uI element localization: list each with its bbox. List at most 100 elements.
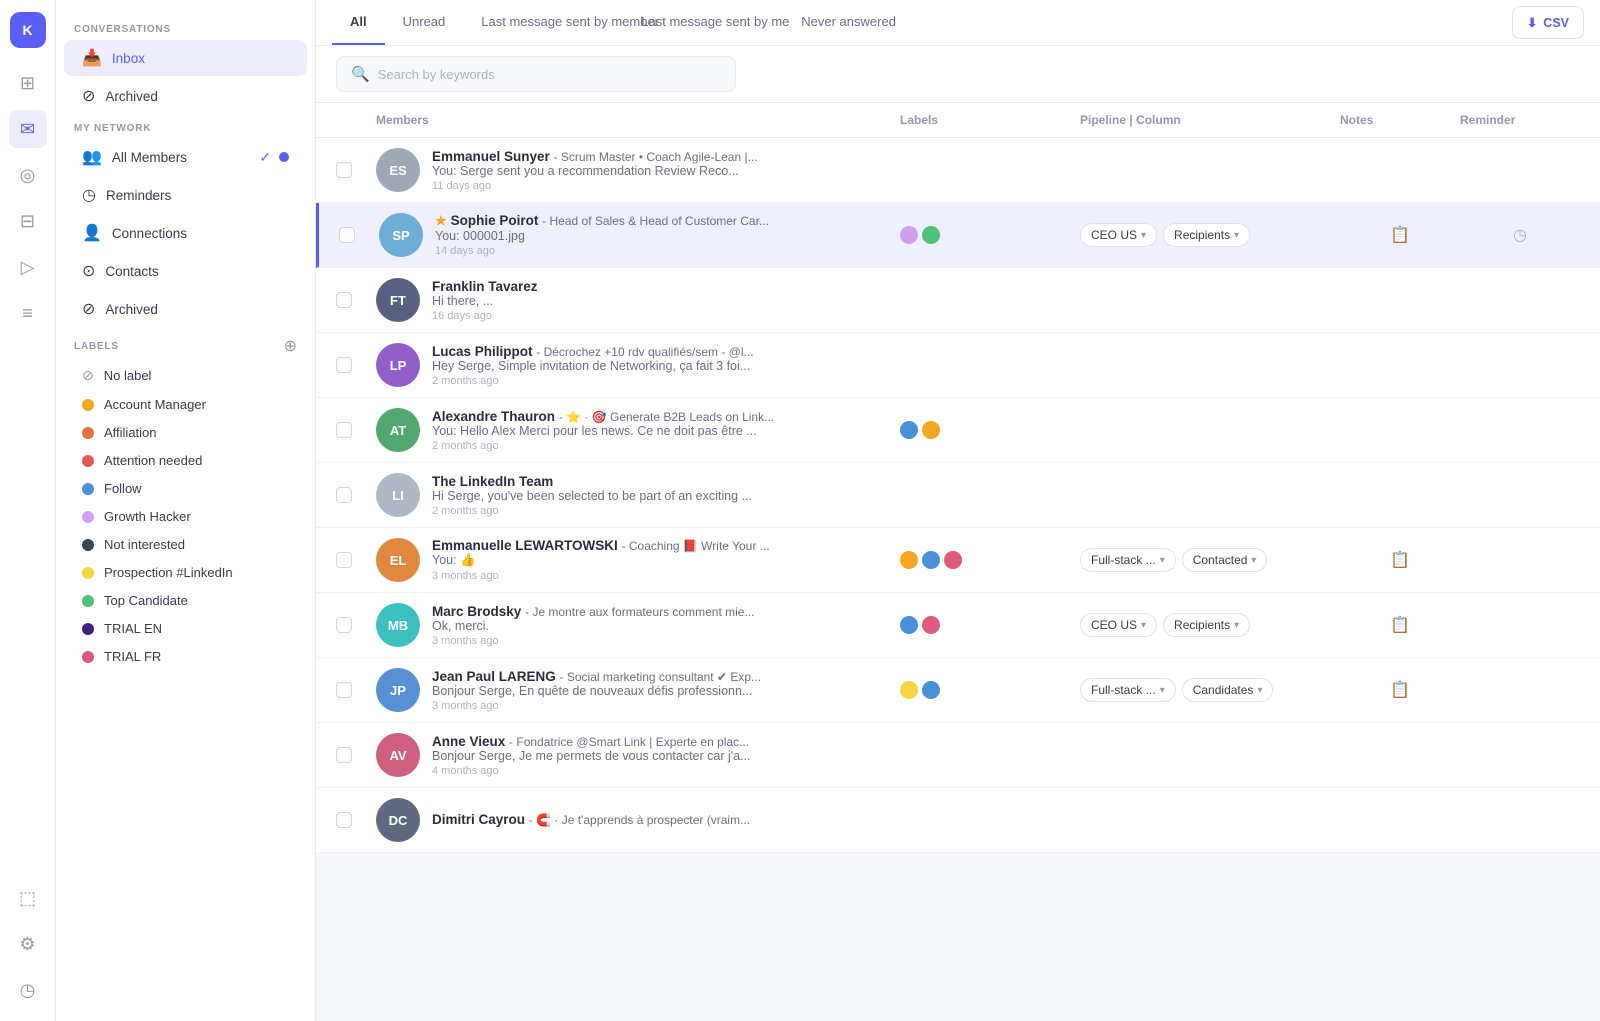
table-area: Members Labels Pipeline | Column Notes R… xyxy=(316,103,1600,1021)
table-row[interactable]: EL Emmanuelle LEWARTOWSKI - Coaching 📕 W… xyxy=(316,528,1600,593)
sidebar-label-item[interactable]: Account Manager xyxy=(64,391,307,418)
pipeline-badge[interactable]: CEO US ▾ xyxy=(1080,613,1157,637)
sidebar-label-item[interactable]: Attention needed xyxy=(64,447,307,474)
row-checkbox[interactable] xyxy=(339,227,379,243)
row-checkbox[interactable] xyxy=(336,487,376,503)
schedule-icon[interactable]: ◷ xyxy=(9,971,47,1009)
member-title: - Fondatrice @Smart Link | Experte en pl… xyxy=(509,735,749,749)
row-checkbox[interactable] xyxy=(336,682,376,698)
table-row[interactable]: DC Dimitri Cayrou - 🧲 · Je t'apprends à … xyxy=(316,788,1600,853)
table-row[interactable]: SP ★Sophie Poirot - Head of Sales & Head… xyxy=(316,203,1600,268)
row-checkbox[interactable] xyxy=(336,812,376,828)
table-row[interactable]: AV Anne Vieux - Fondatrice @Smart Link |… xyxy=(316,723,1600,788)
sidebar-label-item[interactable]: Follow xyxy=(64,475,307,502)
main-area: AllUnreadLast message sent by memberLast… xyxy=(316,0,1600,1021)
checkbox[interactable] xyxy=(339,227,355,243)
labels-cell xyxy=(900,681,1080,699)
table-row[interactable]: LP Lucas Philippot - Décrochez +10 rdv q… xyxy=(316,333,1600,398)
add-label-icon[interactable]: ⊕ xyxy=(284,336,297,356)
column-badge[interactable]: Recipients ▾ xyxy=(1163,223,1250,247)
checkbox[interactable] xyxy=(336,292,352,308)
table-row[interactable]: ES Emmanuel Sunyer - Scrum Master • Coac… xyxy=(316,138,1600,203)
row-checkbox[interactable] xyxy=(336,292,376,308)
video-icon[interactable]: ▷ xyxy=(9,248,47,286)
sidebar-item-reminders[interactable]: ◷ Reminders xyxy=(64,177,307,213)
column-badge[interactable]: Recipients ▾ xyxy=(1163,613,1250,637)
checkbox[interactable] xyxy=(336,552,352,568)
row-checkbox[interactable] xyxy=(336,747,376,763)
sidebar-label-item[interactable]: Affiliation xyxy=(64,419,307,446)
sidebar-label-item[interactable]: TRIAL FR xyxy=(64,643,307,670)
sidebar-item-inbox[interactable]: 📥 Inbox xyxy=(64,40,307,76)
checkbox[interactable] xyxy=(336,617,352,633)
row-checkbox[interactable] xyxy=(336,422,376,438)
notes-icon[interactable]: 📋 xyxy=(1385,220,1415,250)
checkbox[interactable] xyxy=(336,162,352,178)
member-time: 3 months ago xyxy=(432,635,754,647)
inbox-icon[interactable]: ✉ xyxy=(9,110,47,148)
sidebar-item-all-members[interactable]: 👥 All Members ✓ xyxy=(64,139,307,175)
chevron-down-icon: ▾ xyxy=(1160,685,1165,696)
tab-never_answered[interactable]: Never answered xyxy=(783,0,914,45)
notes-icon[interactable]: 📋 xyxy=(1385,675,1415,705)
checkbox[interactable] xyxy=(336,357,352,373)
pipeline-badge[interactable]: Full-stack ... ▾ xyxy=(1080,678,1176,702)
pipeline-badge[interactable]: CEO US ▾ xyxy=(1080,223,1157,247)
table-row[interactable]: AT Alexandre Thauron - ⭐ · 🎯 Generate B2… xyxy=(316,398,1600,463)
sidebar-item-network-archived[interactable]: ⊘ Archived xyxy=(64,291,307,327)
table-row[interactable]: MB Marc Brodsky - Je montre aux formateu… xyxy=(316,593,1600,658)
row-checkbox[interactable] xyxy=(336,162,376,178)
billing-icon[interactable]: ⬚ xyxy=(9,879,47,917)
sidebar-label-item[interactable]: Prospection #LinkedIn xyxy=(64,559,307,586)
checkbox[interactable] xyxy=(336,682,352,698)
member-title: - ⭐ · 🎯 Generate B2B Leads on Link... xyxy=(559,410,774,424)
notes-icon[interactable]: 📋 xyxy=(1385,610,1415,640)
notes-icon[interactable]: ≡ xyxy=(9,294,47,332)
table-row[interactable]: FT Franklin Tavarez Hi there, ... 16 day… xyxy=(316,268,1600,333)
search-input[interactable] xyxy=(378,67,721,82)
table-body: ES Emmanuel Sunyer - Scrum Master • Coac… xyxy=(316,138,1600,853)
tab-unread[interactable]: Unread xyxy=(385,0,464,45)
sidebar-item-archived[interactable]: ⊘ Archived xyxy=(64,78,307,114)
member-name: Emmanuel Sunyer - Scrum Master • Coach A… xyxy=(432,149,758,164)
sidebar-label-item[interactable]: Growth Hacker xyxy=(64,503,307,530)
table-row[interactable]: LI The LinkedIn Team Hi Serge, you've be… xyxy=(316,463,1600,528)
pipeline-badge[interactable]: Full-stack ... ▾ xyxy=(1080,548,1176,572)
tab-last_by_member[interactable]: Last message sent by member xyxy=(463,0,623,45)
row-checkbox[interactable] xyxy=(336,617,376,633)
table-row[interactable]: JP Jean Paul LARENG - Social marketing c… xyxy=(316,658,1600,723)
avatar: ES xyxy=(376,148,420,192)
no-label-icon: ⊘ xyxy=(82,367,94,384)
label-color-dot xyxy=(82,651,94,663)
sidebar-label-item[interactable]: Not interested xyxy=(64,531,307,558)
tab-all[interactable]: All xyxy=(332,0,385,45)
pipeline-name: Full-stack ... xyxy=(1091,683,1156,697)
checkbox[interactable] xyxy=(336,487,352,503)
notes-icon[interactable]: 📋 xyxy=(1385,545,1415,575)
search-input-wrap[interactable]: 🔍 xyxy=(336,56,736,92)
pipeline-cell: CEO US ▾ Recipients ▾ xyxy=(1080,223,1340,247)
row-checkbox[interactable] xyxy=(336,552,376,568)
sidebar-item-contacts[interactable]: ⊙ Contacts xyxy=(64,253,307,289)
member-title: - Head of Sales & Head of Customer Car..… xyxy=(542,214,769,228)
settings-icon[interactable]: ⚙ xyxy=(9,925,47,963)
chevron-down-icon: ▾ xyxy=(1234,620,1239,631)
sidebar-item-connections[interactable]: 👤 Connections xyxy=(64,215,307,251)
reminder-icon[interactable]: ◷ xyxy=(1505,220,1535,250)
csv-button[interactable]: ⬇ CSV xyxy=(1512,6,1584,39)
label-name: Attention needed xyxy=(104,453,202,468)
home-icon[interactable]: ⊞ xyxy=(9,64,47,102)
column-badge[interactable]: Contacted ▾ xyxy=(1182,548,1268,572)
row-checkbox[interactable] xyxy=(336,357,376,373)
tab-last_by_me[interactable]: Last message sent by me xyxy=(623,0,783,45)
checkbox[interactable] xyxy=(336,812,352,828)
kanban-icon[interactable]: ⊟ xyxy=(9,202,47,240)
sidebar-label-item[interactable]: Top Candidate xyxy=(64,587,307,614)
checkbox[interactable] xyxy=(336,747,352,763)
sidebar-label-item[interactable]: ⊘No label xyxy=(64,361,307,390)
checkbox[interactable] xyxy=(336,422,352,438)
sidebar-label-item[interactable]: TRIAL EN xyxy=(64,615,307,642)
column-name: Recipients xyxy=(1174,618,1230,632)
network-icon[interactable]: ◎ xyxy=(9,156,47,194)
column-badge[interactable]: Candidates ▾ xyxy=(1182,678,1274,702)
